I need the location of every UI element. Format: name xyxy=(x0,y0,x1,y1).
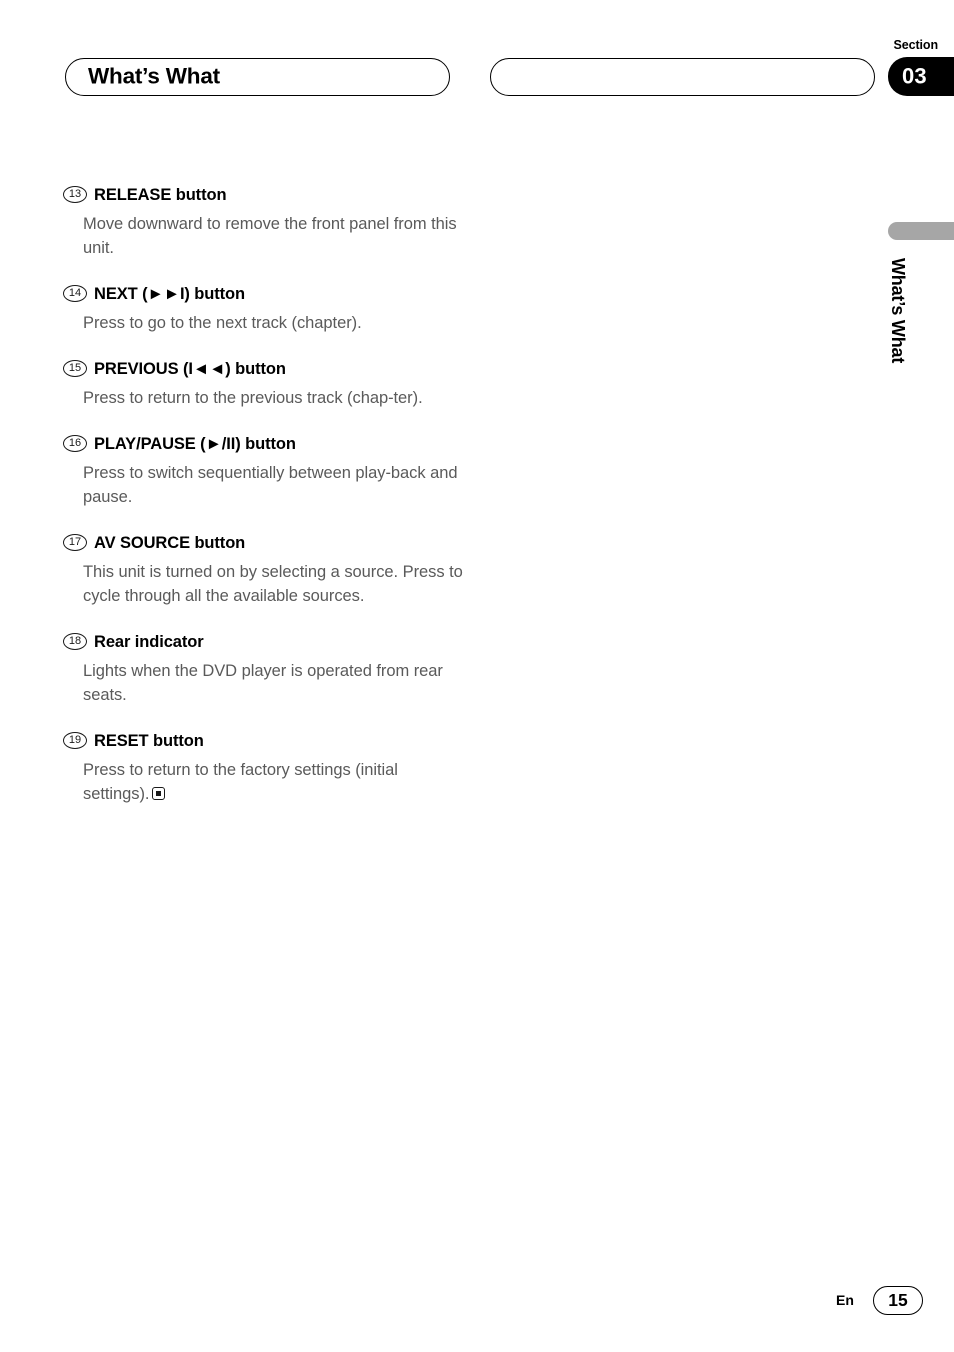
list-item: 15 PREVIOUS (I◄◄) button Press to return… xyxy=(63,359,463,410)
item-heading: AV SOURCE button xyxy=(94,534,246,552)
item-description: Move downward to remove the front panel … xyxy=(83,215,457,257)
entry-heading-row: 15 PREVIOUS (I◄◄) button xyxy=(63,359,463,383)
entry-heading-row: 18 Rear indicator xyxy=(63,632,463,656)
item-heading: NEXT (►►I) button xyxy=(94,285,246,303)
section-number: 03 xyxy=(902,62,927,88)
item-number-17: 17 xyxy=(63,534,87,551)
list-item: 13 RELEASE button Move downward to remov… xyxy=(63,185,463,260)
entry-heading-row: 16 PLAY/PAUSE (►/II) button xyxy=(63,434,463,458)
item-description: Press to go to the next track (chapter). xyxy=(83,314,362,332)
item-heading: PREVIOUS (I◄◄) button xyxy=(94,360,286,378)
item-number-14: 14 xyxy=(63,285,87,302)
feature-list: 13 RELEASE button Move downward to remov… xyxy=(63,185,463,830)
side-tab-marker xyxy=(888,222,954,240)
item-heading: Rear indicator xyxy=(94,633,204,651)
list-item: 16 PLAY/PAUSE (►/II) button Press to swi… xyxy=(63,434,463,509)
item-description: Lights when the DVD player is operated f… xyxy=(83,662,443,704)
page-title: What’s What xyxy=(88,63,220,89)
item-description: Press to switch sequentially between pla… xyxy=(83,464,458,506)
item-number-19: 19 xyxy=(63,732,87,749)
footer-language: En xyxy=(836,1292,854,1308)
list-item: 18 Rear indicator Lights when the DVD pl… xyxy=(63,632,463,707)
entry-heading-row: 17 AV SOURCE button xyxy=(63,533,463,557)
side-tab-label: What’s What xyxy=(888,258,908,364)
item-heading: RESET button xyxy=(94,732,204,750)
item-number-18: 18 xyxy=(63,633,87,650)
item-description: Press to return to the factory settings … xyxy=(83,758,463,806)
list-item: 17 AV SOURCE button This unit is turned … xyxy=(63,533,463,608)
entry-heading-row: 14 NEXT (►►I) button xyxy=(63,284,463,308)
item-heading: RELEASE button xyxy=(94,186,227,204)
page-title-box: What’s What xyxy=(65,58,450,96)
item-heading: PLAY/PAUSE (►/II) button xyxy=(94,435,296,453)
list-item: 19 RESET button Press to return to the f… xyxy=(63,731,463,806)
list-item: 14 NEXT (►►I) button Press to go to the … xyxy=(63,284,463,335)
entry-heading-row: 19 RESET button xyxy=(63,731,463,755)
entry-heading-row: 13 RELEASE button xyxy=(63,185,463,209)
item-number-15: 15 xyxy=(63,360,87,377)
item-description-text: Press to return to the factory settings … xyxy=(83,761,398,803)
item-description: Press to return to the previous track (c… xyxy=(83,389,423,407)
section-label: Section xyxy=(893,38,939,52)
header-empty-box xyxy=(490,58,875,96)
manual-page: What’s What Section 03 What’s What 13 RE… xyxy=(0,0,954,1352)
footer-page-number: 15 xyxy=(873,1286,923,1315)
item-number-16: 16 xyxy=(63,435,87,452)
item-number-13: 13 xyxy=(63,186,87,203)
section-end-icon xyxy=(152,787,166,800)
section-number-badge: 03 xyxy=(888,57,954,96)
item-description: This unit is turned on by selecting a so… xyxy=(83,563,463,605)
